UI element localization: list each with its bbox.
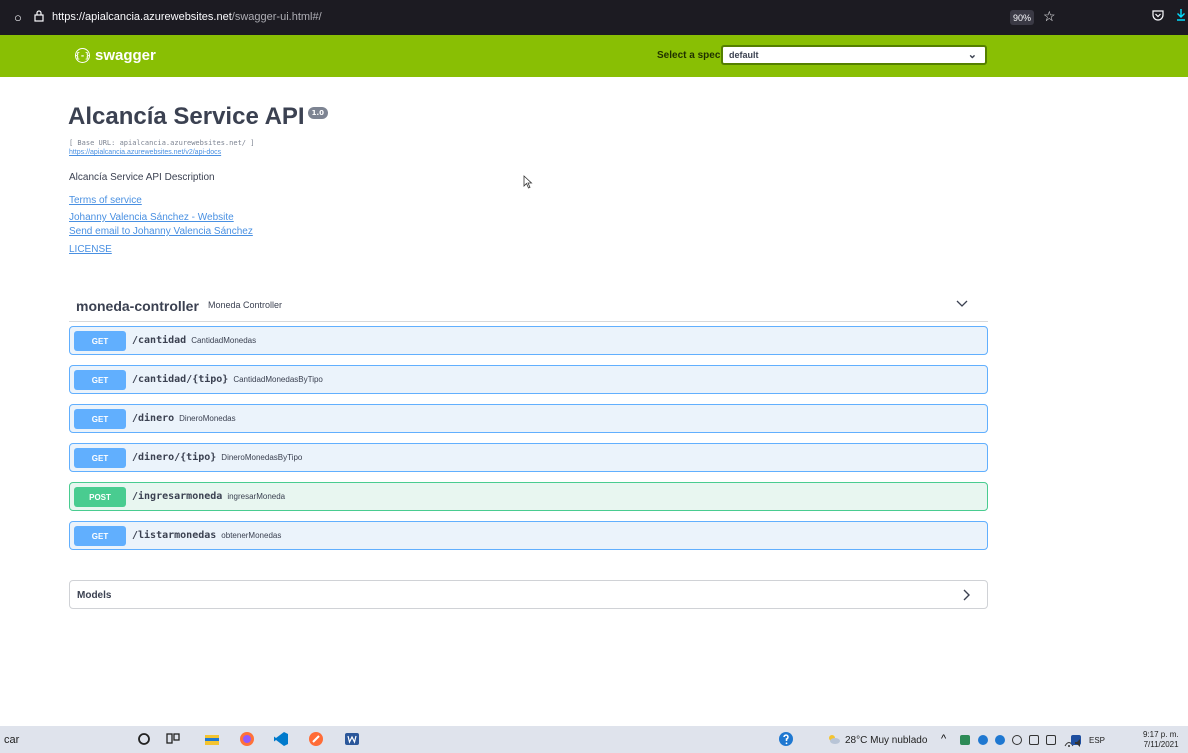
version-badge: 1.0 bbox=[307, 107, 328, 119]
browser-toolbar: ○ https://apialcancia.azurewebsites.net/… bbox=[0, 0, 1188, 35]
chevron-right-icon[interactable] bbox=[959, 587, 973, 603]
task-view-icon[interactable] bbox=[165, 731, 181, 747]
swagger-logo[interactable]: {-} swagger bbox=[75, 47, 156, 64]
spec-label: Select a spec bbox=[657, 50, 721, 61]
cloud-sync-icon[interactable] bbox=[1012, 735, 1022, 745]
operation-path: /cantidad CantidadMonedas bbox=[132, 335, 256, 346]
windows-taskbar: car 28°C Muy nublado ^ ESP 9:17 p. m. 7/… bbox=[0, 726, 1188, 753]
operation-path: /dinero/{tipo} DineroMonedasByTipo bbox=[132, 452, 302, 463]
operation-summary: obtenerMonedas bbox=[221, 531, 282, 540]
operation-get-cantidad[interactable]: GET /cantidad CantidadMonedas bbox=[69, 326, 988, 355]
method-badge: GET bbox=[74, 370, 126, 390]
spec-select[interactable]: default ⌄ bbox=[721, 45, 987, 65]
email-link[interactable]: Send email to Johanny Valencia Sánchez bbox=[69, 226, 253, 237]
bookmark-star-icon[interactable]: ☆ bbox=[1043, 8, 1056, 25]
language-indicator[interactable]: ESP bbox=[1089, 736, 1105, 745]
address-bar[interactable]: https://apialcancia.azurewebsites.net/sw… bbox=[52, 11, 322, 23]
api-docs-link[interactable]: https://apialcancia.azurewebsites.net/v2… bbox=[69, 149, 221, 156]
zoom-level-badge[interactable]: 90% bbox=[1010, 10, 1034, 25]
path-text: /ingresarmoneda bbox=[132, 491, 223, 502]
onedrive-business-icon[interactable] bbox=[995, 735, 1005, 745]
chevron-down-icon: ⌄ bbox=[967, 49, 977, 61]
weather-text[interactable]: 28°C Muy nublado bbox=[845, 735, 927, 746]
base-url: [ Base URL: apialcancia.azurewebsites.ne… bbox=[69, 139, 255, 147]
page-title: Alcancía Service API 1.0 bbox=[68, 103, 328, 131]
clock-time: 9:17 p. m. bbox=[1143, 730, 1179, 739]
display-icon[interactable] bbox=[1046, 735, 1056, 745]
taskbar-search-input[interactable]: car bbox=[4, 734, 19, 746]
method-badge: GET bbox=[74, 409, 126, 429]
tray-app-icon[interactable] bbox=[960, 735, 970, 745]
path-text: /dinero/{tipo} bbox=[132, 452, 217, 463]
lock-icon[interactable] bbox=[34, 10, 44, 25]
shield-icon[interactable]: ○ bbox=[14, 10, 22, 25]
path-text: /cantidad/{tipo} bbox=[132, 374, 229, 385]
pocket-icon[interactable] bbox=[1152, 9, 1164, 24]
tag-name: moneda-controller bbox=[76, 298, 199, 314]
license-link[interactable]: LICENSE bbox=[69, 244, 112, 255]
chevron-down-icon[interactable] bbox=[955, 296, 969, 310]
path-text: /listarmonedas bbox=[132, 530, 217, 541]
website-link[interactable]: Johanny Valencia Sánchez - Website bbox=[69, 212, 234, 223]
operation-path: /dinero DineroMonedas bbox=[132, 413, 236, 424]
onedrive-icon[interactable] bbox=[978, 735, 988, 745]
method-badge: POST bbox=[74, 487, 126, 507]
volume-icon[interactable] bbox=[1074, 735, 1084, 747]
swagger-logo-icon: {-} bbox=[75, 48, 90, 63]
download-icon[interactable] bbox=[1176, 8, 1186, 24]
operation-post-ingresarmoneda[interactable]: POST /ingresarmoneda ingresarMoneda bbox=[69, 482, 988, 511]
path-text: /cantidad bbox=[132, 335, 187, 346]
power-icon[interactable] bbox=[1029, 735, 1039, 745]
swagger-logo-text: swagger bbox=[95, 47, 156, 64]
operation-summary: DineroMonedas bbox=[179, 414, 236, 423]
models-title: Models bbox=[77, 590, 112, 601]
firefox-icon[interactable] bbox=[239, 731, 255, 747]
postman-icon[interactable] bbox=[308, 731, 324, 747]
models-section[interactable]: Models bbox=[69, 580, 988, 609]
file-explorer-icon[interactable] bbox=[204, 731, 220, 747]
clock-date: 7/11/2021 bbox=[1143, 740, 1179, 749]
method-badge: GET bbox=[74, 526, 126, 546]
vscode-icon[interactable] bbox=[273, 731, 289, 747]
operation-path: /cantidad/{tipo} CantidadMonedasByTipo bbox=[132, 374, 323, 385]
chevron-up-icon[interactable]: ^ bbox=[941, 733, 953, 745]
operation-path: /ingresarmoneda ingresarMoneda bbox=[132, 491, 285, 502]
operation-summary: DineroMonedasByTipo bbox=[221, 453, 303, 462]
tag-header-moneda-controller[interactable]: moneda-controller Moneda Controller bbox=[69, 290, 988, 322]
operation-summary: ingresarMoneda bbox=[227, 492, 286, 501]
terms-of-service-link[interactable]: Terms of service bbox=[69, 195, 142, 206]
word-icon[interactable] bbox=[344, 731, 360, 747]
path-text: /dinero bbox=[132, 413, 175, 424]
operation-get-cantidad-tipo[interactable]: GET /cantidad/{tipo} CantidadMonedasByTip… bbox=[69, 365, 988, 394]
mouse-cursor-icon bbox=[523, 175, 533, 189]
weather-cloud-icon[interactable] bbox=[826, 731, 842, 747]
operation-get-dinero[interactable]: GET /dinero DineroMonedas bbox=[69, 404, 988, 433]
cortana-icon[interactable] bbox=[136, 731, 152, 747]
operation-summary: CantidadMonedasByTipo bbox=[233, 375, 323, 384]
operation-get-listarmonedas[interactable]: GET /listarmonedas obtenerMonedas bbox=[69, 521, 988, 550]
operation-get-dinero-tipo[interactable]: GET /dinero/{tipo} DineroMonedasByTipo bbox=[69, 443, 988, 472]
operation-summary: CantidadMonedas bbox=[191, 336, 257, 345]
swagger-topbar bbox=[0, 35, 1188, 77]
operation-path: /listarmonedas obtenerMonedas bbox=[132, 530, 281, 541]
method-badge: GET bbox=[74, 331, 126, 351]
clock[interactable]: 9:17 p. m. 7/11/2021 bbox=[1143, 730, 1179, 750]
method-badge: GET bbox=[74, 448, 126, 468]
api-title: Alcancía Service API bbox=[68, 103, 305, 130]
help-icon[interactable] bbox=[778, 731, 794, 747]
tag-description: Moneda Controller bbox=[208, 300, 283, 310]
api-description: Alcancía Service API Description bbox=[69, 172, 215, 183]
spec-select-value: default bbox=[729, 50, 759, 60]
